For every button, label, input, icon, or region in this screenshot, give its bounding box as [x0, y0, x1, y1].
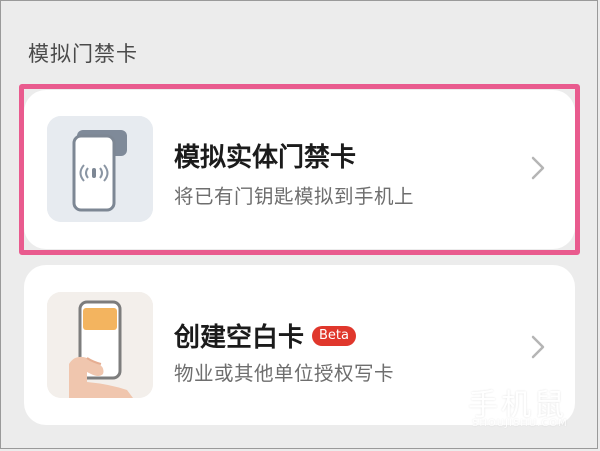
simulate-physical-card-item[interactable]: 模拟实体门禁卡 将已有门钥匙模拟到手机上 [24, 90, 575, 249]
chevron-right-icon [531, 335, 545, 359]
chevron-right-icon [531, 156, 545, 180]
watermark-subtext: SHOUJISHU.COM [472, 418, 568, 429]
card-title-text: 模拟实体门禁卡 [174, 143, 357, 173]
card-title-text: 创建空白卡 [174, 323, 305, 353]
phone-nfc-icon [47, 116, 153, 222]
card-subtitle: 物业或其他单位授权写卡 [174, 362, 395, 385]
watermark: 手机鼠 SHOUJISHU.COM [420, 378, 580, 438]
watermark-logo-icon [424, 380, 460, 420]
card-subtitle: 将已有门钥匙模拟到手机上 [174, 185, 415, 208]
hand-phone-card-icon [47, 292, 153, 398]
card-title: 模拟实体门禁卡 [174, 137, 356, 174]
section-title: 模拟门禁卡 [28, 42, 138, 66]
card-title: 创建空白卡 Beta [174, 317, 356, 354]
beta-badge: Beta [312, 325, 356, 346]
